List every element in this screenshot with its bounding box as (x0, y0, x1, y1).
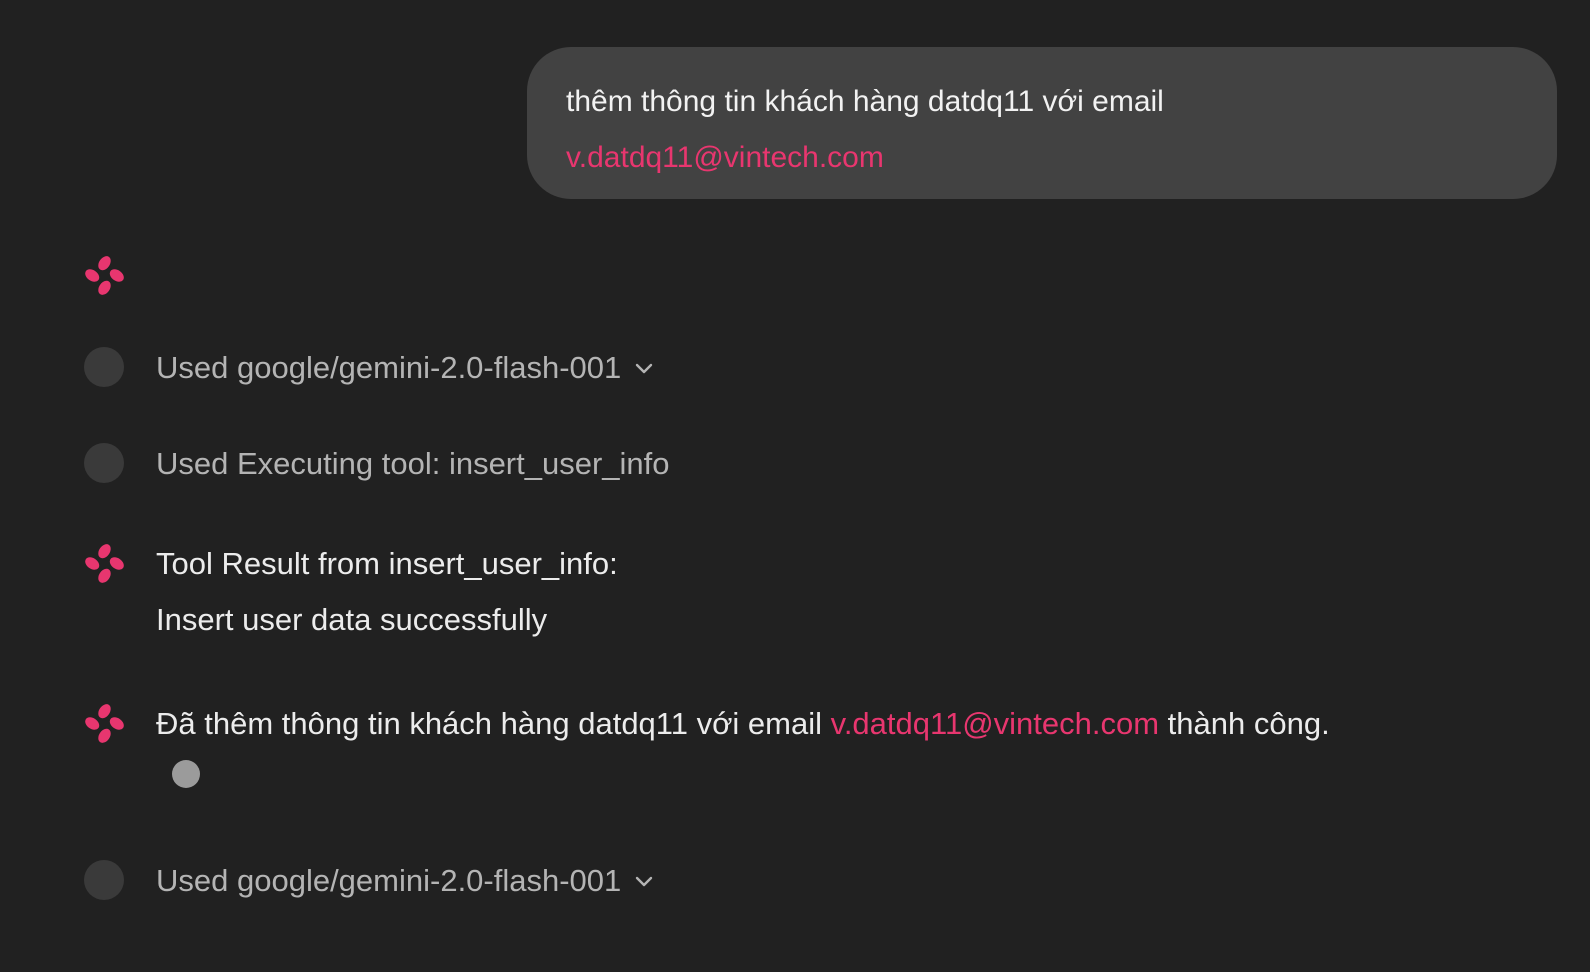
tool-exec-label: Used Executing tool: insert_user_info (156, 446, 670, 481)
assistant-logo-icon (85, 544, 124, 583)
typing-dot-icon (172, 760, 200, 788)
final-answer-email-link[interactable]: v.datdq11@vintech.com (831, 706, 1159, 741)
model-used-toggle-1[interactable]: Used google/gemini-2.0-flash-001 (156, 340, 655, 396)
user-message-email-link[interactable]: v.datdq11@vintech.com (566, 141, 884, 174)
model-used-row-2[interactable]: Used google/gemini-2.0-flash-001 (156, 853, 655, 909)
model-used-label-2: Used google/gemini-2.0-flash-001 (156, 863, 622, 898)
user-message-text: thêm thông tin khách hàng datdq11 với em… (566, 85, 1164, 118)
final-answer-prefix: Đã thêm thông tin khách hàng datdq11 với… (156, 706, 831, 741)
final-answer-suffix: thành công. (1159, 706, 1330, 741)
final-answer-text: Đã thêm thông tin khách hàng datdq11 với… (156, 696, 1330, 752)
model-used-label-1: Used google/gemini-2.0-flash-001 (156, 350, 622, 385)
assistant-logo-icon (85, 256, 124, 295)
step-circle-icon (84, 347, 124, 387)
chevron-down-icon (636, 363, 653, 374)
model-used-row-1[interactable]: Used google/gemini-2.0-flash-001 (156, 340, 655, 396)
step-circle-icon (84, 860, 124, 900)
user-message-bubble: thêm thông tin khách hàng datdq11 với em… (527, 47, 1557, 199)
assistant-logo-icon (85, 704, 124, 743)
chevron-down-icon (636, 876, 653, 887)
tool-result-body: Insert user data successfully (156, 602, 548, 637)
step-circle-icon (84, 443, 124, 483)
model-used-toggle-2[interactable]: Used google/gemini-2.0-flash-001 (156, 853, 655, 909)
tool-result-title: Tool Result from insert_user_info: (156, 546, 618, 581)
